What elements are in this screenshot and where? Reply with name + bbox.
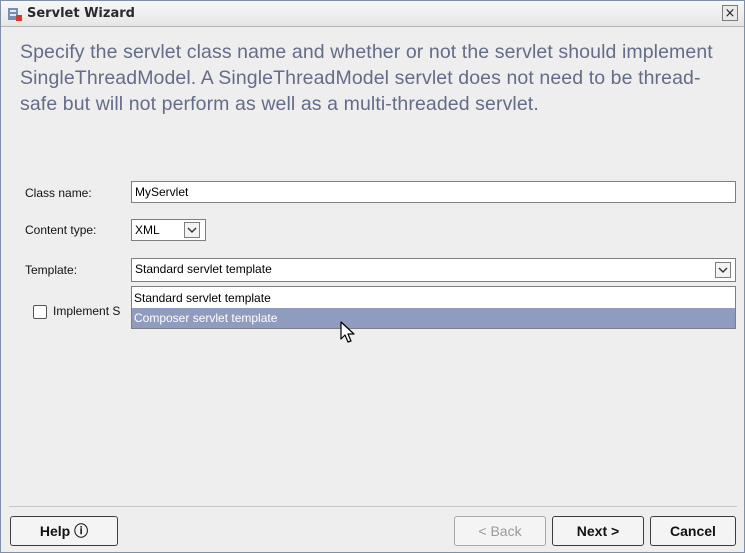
class-name-input[interactable]: MyServlet	[131, 181, 736, 203]
cancel-button[interactable]: Cancel	[650, 516, 736, 546]
close-button[interactable]: ×	[722, 5, 738, 21]
wizard-icon	[7, 6, 23, 22]
wizard-description: Specify the servlet class name and wheth…	[20, 41, 713, 115]
template-option-composer[interactable]: Composer servlet template	[132, 308, 735, 328]
mouse-pointer-icon	[340, 321, 356, 349]
template-dropdown-list: Standard servlet template Composer servl…	[131, 286, 736, 329]
content-type-label: Content type:	[25, 223, 97, 237]
template-select[interactable]: Standard servlet template	[131, 258, 736, 282]
back-button[interactable]: < Back	[454, 516, 546, 546]
next-button[interactable]: Next >	[552, 516, 644, 546]
template-dropdown-button[interactable]	[715, 262, 731, 278]
implement-stm-checkbox[interactable]	[33, 305, 47, 319]
servlet-wizard-dialog: Servlet Wizard × Specify the servlet cla…	[0, 0, 745, 553]
content-type-dropdown-button[interactable]	[184, 222, 200, 238]
chevron-down-icon	[185, 223, 199, 237]
help-button[interactable]: Help ⓘ	[10, 516, 118, 546]
template-option-standard[interactable]: Standard servlet template	[132, 288, 735, 308]
window-title: Servlet Wizard	[27, 6, 135, 21]
template-label: Template:	[25, 263, 78, 277]
class-name-label: Class name:	[25, 186, 92, 200]
chevron-down-icon	[716, 263, 730, 277]
title-bar: Servlet Wizard ×	[1, 1, 744, 27]
implement-stm-label: Implement S	[53, 304, 121, 318]
footer-divider	[9, 506, 737, 507]
